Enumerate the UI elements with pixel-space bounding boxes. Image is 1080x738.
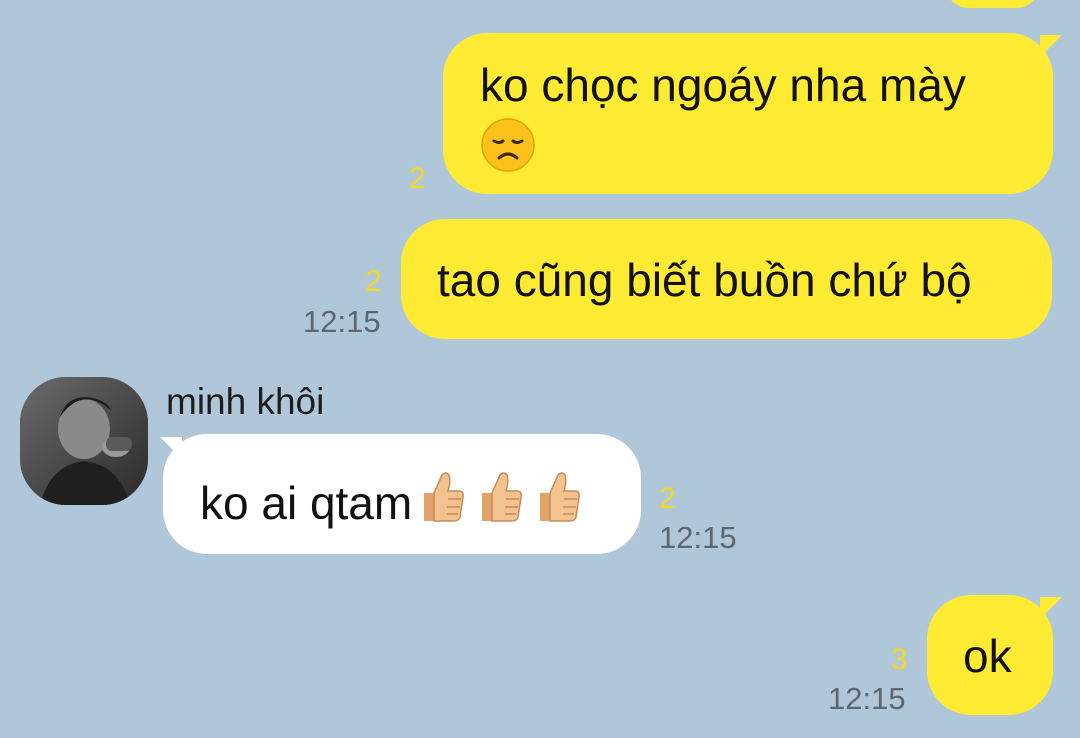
message-text: ko chọc ngoáy nha mày	[480, 59, 966, 111]
message-bubble-outgoing[interactable]: ko chọc ngoáy nha mày	[443, 33, 1053, 194]
message-bubble-outgoing[interactable]: tao cũng biết buồn chứ bộ	[401, 219, 1052, 339]
message-text: ko ai qtam	[200, 477, 413, 529]
disappointed-face-icon	[480, 117, 536, 187]
sender-name: minh khôi	[166, 381, 325, 422]
message-time: 12:15	[303, 304, 381, 339]
message-time: 12:15	[659, 520, 737, 555]
thumbs-up-icon	[532, 469, 582, 539]
read-count: 3	[891, 643, 908, 676]
thumbs-up-icon	[474, 469, 524, 539]
partial-message-bubble[interactable]	[945, 0, 1040, 8]
message-content: ko ai qtam	[200, 469, 582, 539]
read-count: 2	[659, 482, 676, 515]
chat-area[interactable]: ko chọc ngoáy nha mày 2 tao cũng biết bu…	[0, 0, 1080, 738]
message-bubble-outgoing[interactable]: ok	[927, 595, 1053, 715]
message-text: ok	[963, 630, 1012, 682]
message-text: tao cũng biết buồn chứ bộ	[437, 254, 972, 306]
profile-photo-icon	[20, 377, 148, 505]
avatar[interactable]	[20, 377, 148, 505]
read-count: 2	[409, 162, 426, 195]
message-time: 12:15	[828, 681, 906, 716]
read-count: 2	[365, 265, 382, 298]
message-bubble-incoming[interactable]: ko ai qtam	[163, 434, 641, 554]
thumbs-up-icon	[416, 469, 466, 539]
